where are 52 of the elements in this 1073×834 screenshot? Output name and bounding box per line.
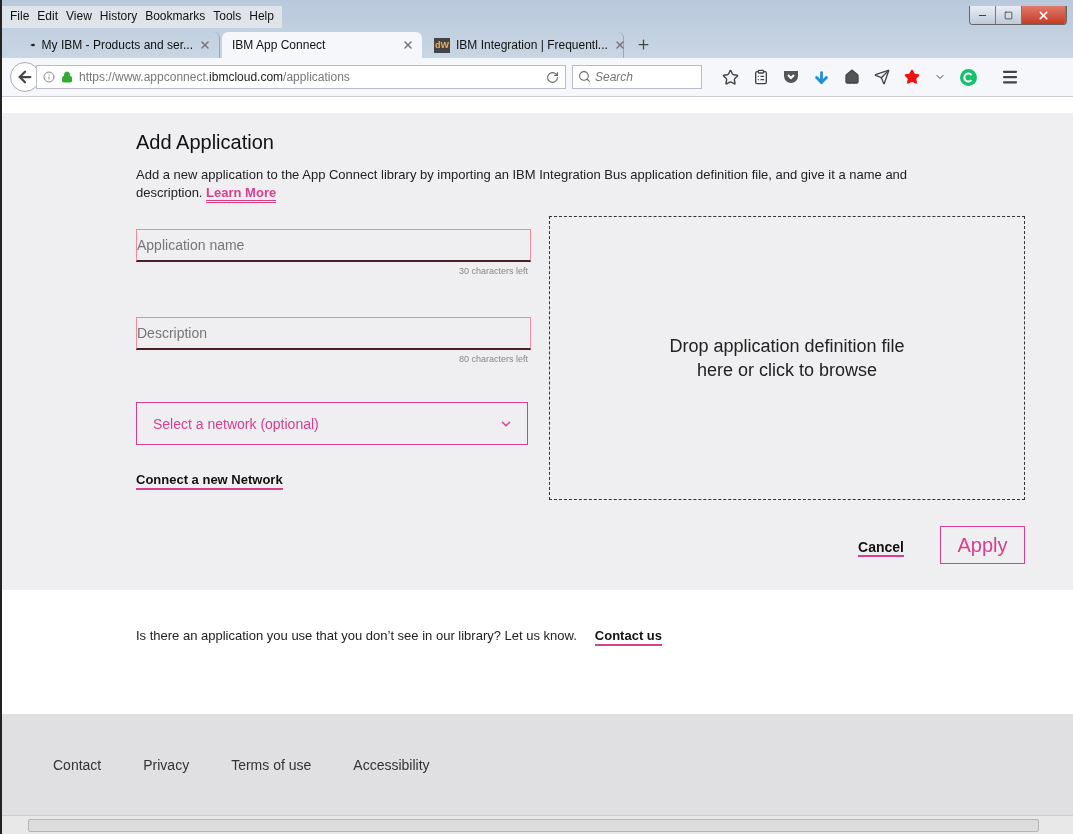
footer-link[interactable]: Privacy xyxy=(143,756,190,773)
text-field[interactable]: Application name xyxy=(136,229,531,262)
apply-button[interactable]: Apply xyxy=(940,526,1025,564)
character-counter: 30 characters left xyxy=(458,266,528,276)
contact-us-link[interactable]: Contact us xyxy=(594,628,662,646)
intro-text: Add a new application to the App Connect library by importing an IBM Integration Bus application definition file, and give it a name and description. Learn More xyxy=(136,166,936,202)
site-icon: dW xyxy=(434,37,450,53)
footer-link[interactable]: Contact xyxy=(53,756,102,773)
learn-more-link[interactable]: Learn More xyxy=(206,185,277,203)
search-field[interactable]: Search xyxy=(572,65,702,89)
page-title: Add Application xyxy=(136,131,275,154)
maximize-icon xyxy=(1004,10,1013,20)
minimize-button[interactable] xyxy=(970,6,996,24)
maximize-button[interactable] xyxy=(996,6,1022,24)
network-dropdown[interactable]: Select a network (optional) xyxy=(136,402,528,445)
info-icon xyxy=(43,71,55,83)
close-icon xyxy=(1037,8,1050,22)
circle-icon[interactable] xyxy=(960,68,977,86)
reload-icon[interactable] xyxy=(546,70,559,84)
menu-item[interactable]: Edit xyxy=(33,8,63,26)
footer-link[interactable]: Terms of use xyxy=(231,756,312,773)
menu-item[interactable]: Help xyxy=(245,8,278,26)
star-icon[interactable] xyxy=(722,68,739,86)
close-icon[interactable] xyxy=(613,39,626,51)
address-field[interactable]: https://www.appconnect.ibmcloud.com/applications xyxy=(36,65,566,89)
star-icon[interactable] xyxy=(904,69,920,85)
close-button[interactable] xyxy=(1022,6,1066,24)
lock-icon xyxy=(61,71,73,83)
search-icon xyxy=(578,70,591,83)
close-icon[interactable] xyxy=(199,39,211,51)
reader-icon[interactable] xyxy=(753,69,769,85)
footer-link[interactable]: Accessibility xyxy=(353,756,430,773)
menu-item[interactable]: View xyxy=(62,8,96,26)
menu-item[interactable]: Bookmarks xyxy=(141,8,210,26)
close-icon[interactable] xyxy=(402,39,414,51)
text-field[interactable]: Description xyxy=(136,317,531,350)
menu-icon[interactable] xyxy=(1001,68,1019,86)
home-icon[interactable] xyxy=(844,69,860,85)
new-tab-icon[interactable] xyxy=(636,37,651,52)
pocket-icon[interactable] xyxy=(783,70,799,84)
horizontal-scrollbar[interactable] xyxy=(2,815,1073,834)
download-icon[interactable] xyxy=(813,68,830,86)
menu-item[interactable]: History xyxy=(95,8,142,26)
character-counter: 80 characters left xyxy=(458,354,528,364)
feedback-text: Is there an application you use that you don’t see in our library? Let us know. xyxy=(136,628,577,643)
menu-item[interactable]: Tools xyxy=(209,8,246,26)
menu-item[interactable]: File xyxy=(6,8,34,26)
drop-zone[interactable]: Drop application definition file here or click to browse xyxy=(549,216,1025,500)
browser-tab[interactable]: IBM App Connect xyxy=(222,32,422,58)
cancel-link[interactable]: Cancel xyxy=(858,539,904,557)
send-icon[interactable] xyxy=(874,69,890,85)
connect-network-link[interactable]: Connect a new Network xyxy=(136,472,283,490)
